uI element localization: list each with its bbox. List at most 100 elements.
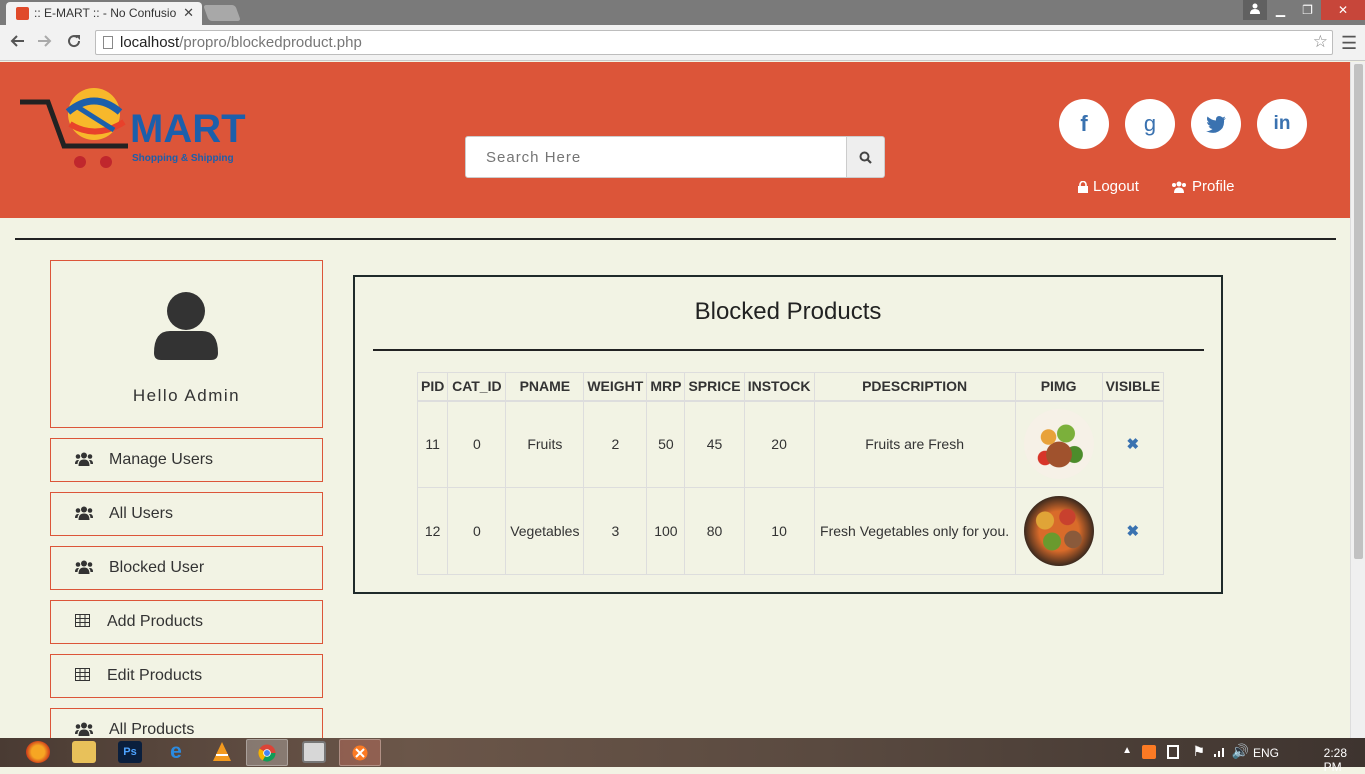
column-header: WEIGHT: [583, 372, 648, 402]
xampp-taskbar-button[interactable]: [339, 739, 381, 766]
page-title: Blocked Products: [694, 298, 882, 325]
new-tab-button[interactable]: [203, 5, 241, 21]
remove-icon[interactable]: ✖: [1127, 523, 1140, 540]
fruits-image: [1023, 409, 1094, 480]
action-center-icon[interactable]: ⚑: [1192, 743, 1205, 760]
search-bar: [465, 136, 885, 178]
cell-sprice: 45: [684, 400, 745, 488]
bookmark-star-icon[interactable]: ☆: [1313, 32, 1328, 52]
users-icon: [75, 506, 93, 520]
column-header: PIMG: [1014, 372, 1103, 402]
remove-icon[interactable]: ✖: [1127, 436, 1140, 453]
page-scrollbar[interactable]: [1350, 62, 1365, 738]
browser-tab[interactable]: :: E-MART :: - No Confusio ✕: [6, 2, 202, 25]
blocked-products-panel: Blocked Products PID CAT_ID PNAME WEIGHT…: [353, 275, 1223, 594]
browser-toolbar: localhost/propro/blockedproduct.php ☆ ☰: [0, 25, 1365, 61]
admin-profile-card: Hello Admin: [50, 260, 323, 428]
xampp-icon: [352, 745, 368, 761]
linkedin-icon[interactable]: in: [1257, 99, 1307, 149]
sidebar-item-all-users[interactable]: All Users: [50, 492, 323, 536]
cell-visible[interactable]: ✖: [1101, 487, 1165, 575]
sidebar-item-edit-products[interactable]: Edit Products: [50, 654, 323, 698]
table-header-row: PID CAT_ID PNAME WEIGHT MRP SPRICE INSTO…: [416, 372, 1165, 402]
file-explorer-icon[interactable]: [72, 741, 96, 763]
close-window-button[interactable]: ✕: [1321, 0, 1365, 20]
cell-instock: 20: [743, 400, 815, 488]
search-icon: [859, 151, 872, 164]
chrome-icon: [258, 744, 276, 762]
cell-pimg: [1014, 400, 1103, 488]
profile-label: Profile: [1192, 178, 1235, 195]
users-icon: [75, 722, 93, 736]
emart-favicon-icon: [16, 7, 29, 20]
app-window-icon[interactable]: [302, 741, 326, 763]
chrome-taskbar-button[interactable]: [246, 739, 288, 766]
column-header: PID: [416, 372, 449, 402]
divider: [15, 238, 1336, 240]
column-header: PNAME: [505, 372, 585, 402]
table-row: 12 0 Vegetables 3 100 80 10 Fresh Vegeta…: [416, 487, 1165, 575]
firefox-icon[interactable]: [26, 741, 50, 763]
column-header: CAT_ID: [447, 372, 507, 402]
restore-button[interactable]: ❐: [1294, 0, 1321, 20]
vlc-icon[interactable]: [210, 741, 234, 763]
users-icon: [75, 452, 93, 466]
column-header: MRP: [646, 372, 686, 402]
google-icon[interactable]: g: [1125, 99, 1175, 149]
search-input[interactable]: [465, 136, 847, 178]
language-indicator[interactable]: ENG: [1253, 746, 1279, 760]
profile-link[interactable]: Profile: [1171, 178, 1235, 195]
search-button[interactable]: [847, 136, 885, 178]
sidebar-item-blocked-user[interactable]: Blocked User: [50, 546, 323, 590]
reload-icon[interactable]: [66, 33, 82, 54]
photoshop-icon[interactable]: Ps: [118, 741, 142, 763]
page-viewport: MART Shopping & Shipping f g in Logout P…: [0, 62, 1365, 738]
cell-visible[interactable]: ✖: [1101, 400, 1165, 488]
twitter-icon[interactable]: [1191, 99, 1241, 149]
logout-link[interactable]: Logout: [1078, 178, 1139, 195]
logo-text: MART: [130, 107, 246, 151]
cell-weight: 2: [583, 400, 648, 488]
tab-close-icon[interactable]: ✕: [183, 5, 194, 21]
tray-expand-icon[interactable]: ▲: [1122, 745, 1132, 756]
user-profile-icon[interactable]: [1243, 0, 1267, 20]
facebook-icon[interactable]: f: [1059, 99, 1109, 149]
device-icon[interactable]: [1167, 745, 1179, 759]
sidebar-item-label: Add Products: [107, 613, 204, 630]
sidebar-item-label: All Users: [109, 505, 174, 522]
back-arrow-icon[interactable]: [9, 33, 25, 54]
cell-pname: Fruits: [505, 400, 585, 488]
scrollbar-thumb[interactable]: [1354, 64, 1363, 559]
xampp-tray-icon[interactable]: [1142, 745, 1156, 759]
column-header: SPRICE: [684, 372, 745, 402]
cell-mrp: 100: [646, 487, 686, 575]
cell-cat-id: 0: [447, 487, 507, 575]
sidebar-item-label: All Products: [109, 721, 195, 738]
cell-pname: Vegetables: [505, 487, 585, 575]
sidebar-item-all-products[interactable]: All Products: [50, 708, 323, 738]
table-icon: [75, 668, 90, 681]
network-icon[interactable]: [1213, 744, 1227, 761]
vegetables-image: [1023, 496, 1094, 566]
cell-pdescription: Fresh Vegetables only for you.: [813, 487, 1016, 575]
column-header: VISIBLE: [1101, 372, 1165, 402]
cell-pimg: [1014, 487, 1103, 575]
emart-logo[interactable]: MART Shopping & Shipping: [18, 86, 248, 176]
cell-mrp: 50: [646, 400, 686, 488]
sidebar-item-manage-users[interactable]: Manage Users: [50, 438, 323, 482]
minimize-button[interactable]: ▁: [1267, 0, 1294, 20]
title-divider: [373, 349, 1204, 351]
column-header: INSTOCK: [743, 372, 815, 402]
cell-instock: 10: [743, 487, 815, 575]
forward-arrow-icon[interactable]: [37, 33, 53, 54]
internet-explorer-icon[interactable]: e: [164, 741, 188, 763]
windows-taskbar: Ps e ▲ ⚑ 🔊 ENG 2:28 PM: [0, 738, 1365, 774]
volume-icon[interactable]: 🔊: [1232, 743, 1249, 760]
blocked-products-table: PID CAT_ID PNAME WEIGHT MRP SPRICE INSTO…: [416, 372, 1165, 575]
clock[interactable]: 2:28 PM: [1324, 746, 1347, 774]
address-bar[interactable]: localhost/propro/blockedproduct.php ☆: [95, 30, 1333, 55]
url-path: /propro/blockedproduct.php: [179, 34, 362, 51]
chrome-menu-icon[interactable]: ☰: [1341, 33, 1357, 54]
table-row: 11 0 Fruits 2 50 45 20 Fruits are Fresh …: [416, 400, 1165, 488]
sidebar-item-add-products[interactable]: Add Products: [50, 600, 323, 644]
